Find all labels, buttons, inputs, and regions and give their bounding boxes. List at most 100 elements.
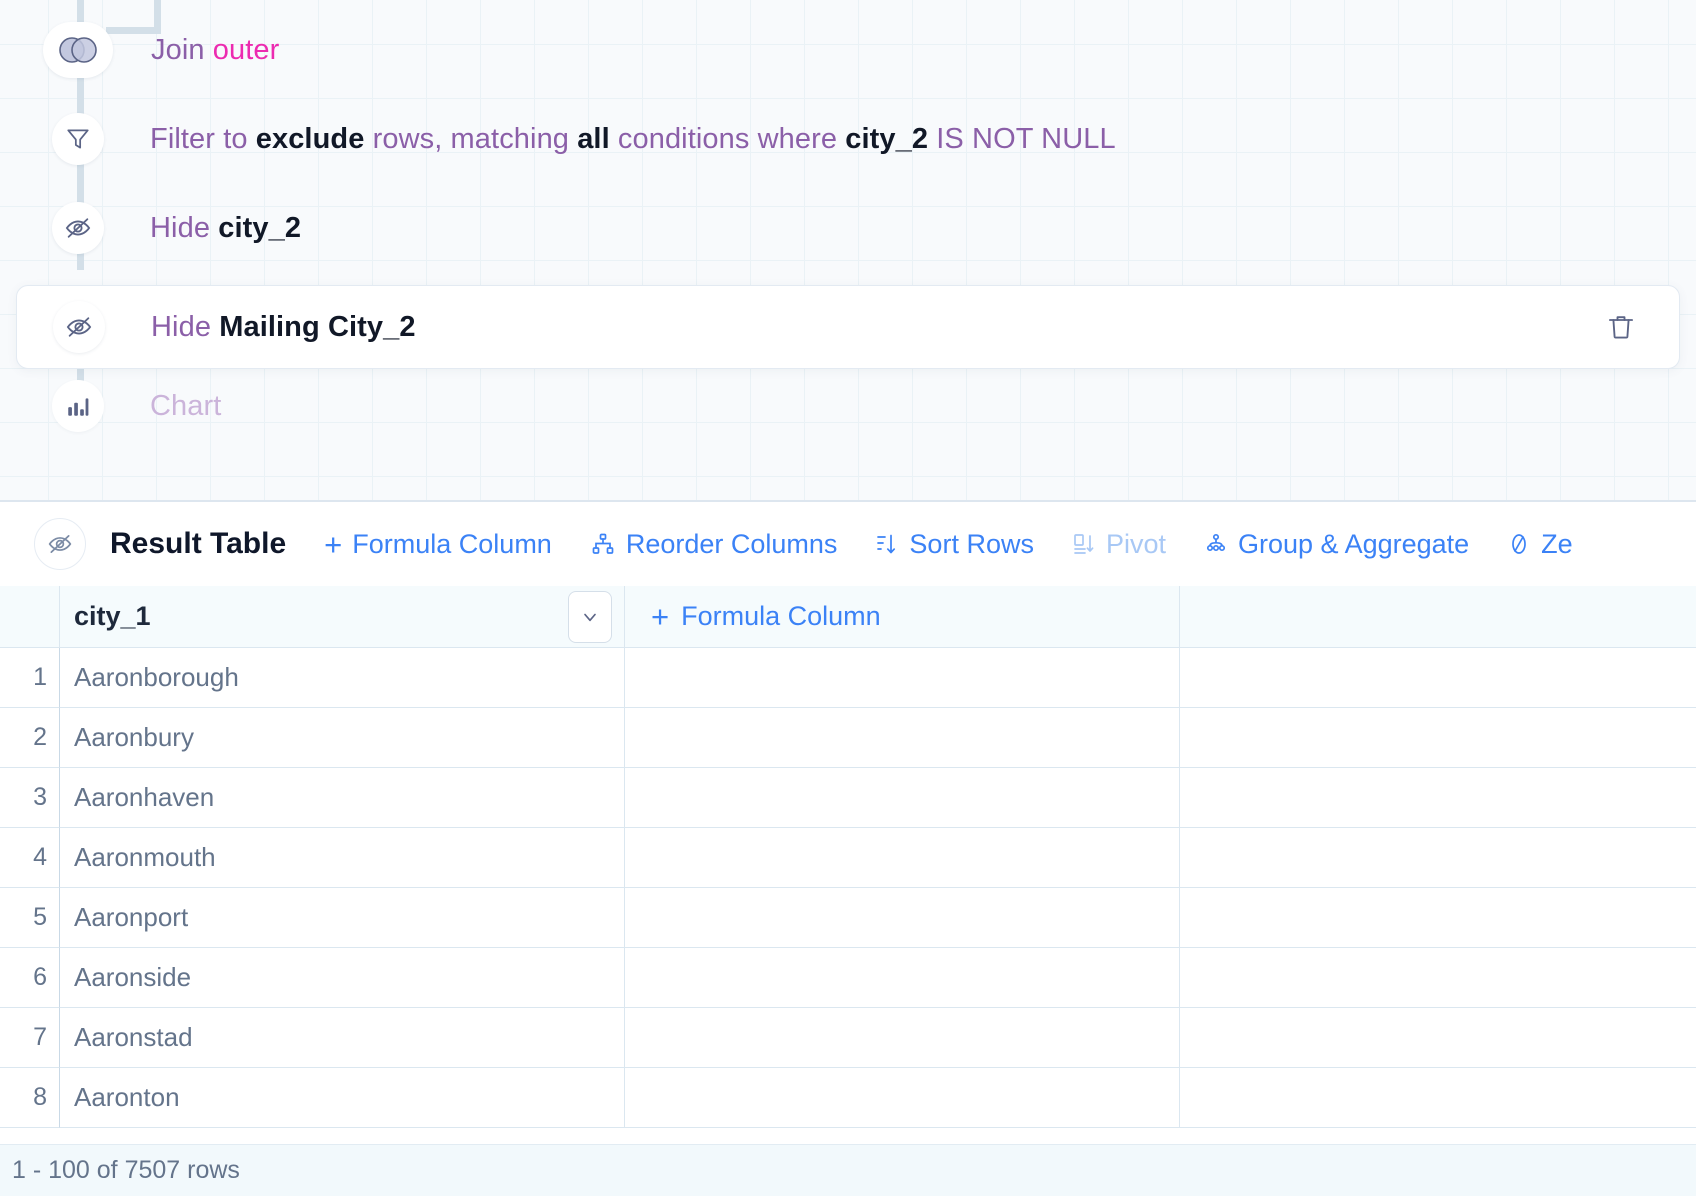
cell-city-1[interactable]: Aaronport <box>60 888 625 948</box>
workflow-app: Join outer Filter to exclude rows, match… <box>0 0 1696 1196</box>
sort-rows-label: Sort Rows <box>909 528 1034 559</box>
table-row[interactable]: 3 Aaronhaven <box>0 768 1696 828</box>
eye-off-icon <box>53 301 105 353</box>
bar-chart-icon <box>52 380 104 432</box>
cell-empty-column[interactable] <box>1180 768 1696 828</box>
hide-city-2-value: city_2 <box>218 211 302 244</box>
pipeline-step-hide-city-2[interactable]: Hide city_2 <box>0 196 301 260</box>
filter-text-3: conditions where <box>609 122 846 155</box>
filter-bold-2: all <box>577 122 610 155</box>
cell-city-1[interactable]: Aaronborough <box>60 648 625 708</box>
pipeline-step-filter[interactable]: Filter to exclude rows, matching all con… <box>0 107 1116 171</box>
pipeline-step-join-label: Join outer <box>151 34 279 67</box>
pipeline-step-hide-mailing-city-2-label: Hide Mailing City_2 <box>151 311 416 344</box>
join-value: outer <box>212 33 280 66</box>
plus-icon: + <box>324 526 343 562</box>
filter-bold-3: city_2 <box>845 122 929 155</box>
pivot-button[interactable]: Pivot <box>1072 529 1166 560</box>
row-number: 5 <box>0 888 60 948</box>
column-header-city-1[interactable]: city_1 <box>60 586 625 648</box>
table-row[interactable]: 2 Aaronbury <box>0 708 1696 768</box>
cell-city-1[interactable]: Aaronhaven <box>60 768 625 828</box>
pivot-label: Pivot <box>1105 528 1166 559</box>
pipeline-step-join[interactable]: Join outer <box>0 18 279 82</box>
pipeline-panel: Join outer Filter to exclude rows, match… <box>0 0 1696 500</box>
row-number: 1 <box>0 648 60 708</box>
row-number: 3 <box>0 768 60 828</box>
cell-formula-column[interactable] <box>625 1068 1180 1128</box>
cell-formula-column[interactable] <box>625 648 1180 708</box>
cell-city-1[interactable]: Aaronstad <box>60 1008 625 1068</box>
pipeline-step-hide-mailing-city-2[interactable]: Hide Mailing City_2 <box>16 285 1680 369</box>
sort-icon <box>875 532 899 556</box>
pipeline-step-filter-label: Filter to exclude rows, matching all con… <box>150 123 1116 156</box>
reorder-columns-label: Reorder Columns <box>625 528 838 559</box>
chevron-down-icon[interactable] <box>568 590 612 643</box>
eye-off-icon[interactable] <box>34 518 86 570</box>
pipeline-step-hide-city-2-label: Hide city_2 <box>150 212 301 245</box>
result-table-panel: Result Table + Formula Column Reorder Co… <box>0 500 1696 1196</box>
filter-bold-1: exclude <box>255 122 365 155</box>
reorder-icon <box>590 532 616 556</box>
reorder-columns-button[interactable]: Reorder Columns <box>590 528 838 560</box>
filter-text-4: IS NOT NULL <box>928 122 1116 155</box>
cell-empty-column[interactable] <box>1180 828 1696 888</box>
row-count-status: 1 - 100 of 7507 rows <box>12 1156 240 1184</box>
filter-text-2: rows, matching <box>364 122 578 155</box>
status-bar: 1 - 100 of 7507 rows <box>0 1144 1696 1196</box>
table-row[interactable]: 6 Aaronside <box>0 948 1696 1008</box>
zero-icon <box>1507 532 1531 556</box>
row-number: 6 <box>0 948 60 1008</box>
row-number: 8 <box>0 1068 60 1128</box>
cell-formula-column[interactable] <box>625 708 1180 768</box>
cell-formula-column[interactable] <box>625 888 1180 948</box>
row-number: 4 <box>0 828 60 888</box>
sort-rows-button[interactable]: Sort Rows <box>875 529 1034 560</box>
join-prefix: Join <box>151 33 205 66</box>
pipeline-step-chart[interactable]: Chart <box>0 374 221 438</box>
zero-fill-button[interactable]: Ze <box>1507 529 1573 560</box>
cell-empty-column[interactable] <box>1180 1008 1696 1068</box>
row-number: 7 <box>0 1008 60 1068</box>
zero-fill-label: Ze <box>1541 528 1573 559</box>
cell-formula-column[interactable] <box>625 768 1180 828</box>
cell-formula-column[interactable] <box>625 828 1180 888</box>
page-title: Result Table <box>110 527 287 560</box>
cell-city-1[interactable]: Aaronton <box>60 1068 625 1128</box>
table-body: 1 Aaronborough 2 Aaronbury 3 Aaronhaven 4 Aaron… <box>0 648 1696 1128</box>
add-formula-column-cell[interactable]: + Formula Column <box>625 586 1180 648</box>
eye-off-icon <box>52 202 104 254</box>
cell-city-1[interactable]: Aaronmouth <box>60 828 625 888</box>
table-row[interactable]: 5 Aaronport <box>0 888 1696 948</box>
funnel-filter-icon <box>52 113 104 165</box>
trash-icon[interactable] <box>1601 307 1641 347</box>
group-aggregate-button[interactable]: Group & Aggregate <box>1204 529 1469 560</box>
group-aggregate-label: Group & Aggregate <box>1238 528 1470 559</box>
table-row[interactable]: 7 Aaronstad <box>0 1008 1696 1068</box>
cell-formula-column[interactable] <box>625 948 1180 1008</box>
filter-text-1: Filter to <box>150 122 256 155</box>
pipeline-step-chart-label: Chart <box>150 389 222 422</box>
cell-empty-column[interactable] <box>1180 888 1696 948</box>
group-icon <box>1204 532 1228 556</box>
empty-column-header <box>1180 586 1696 648</box>
table-row[interactable]: 1 Aaronborough <box>0 648 1696 708</box>
cell-empty-column[interactable] <box>1180 648 1696 708</box>
hide-city-2-prefix: Hide <box>150 211 211 244</box>
table-row[interactable]: 8 Aaronton <box>0 1068 1696 1128</box>
table-row[interactable]: 4 Aaronmouth <box>0 828 1696 888</box>
column-header-city-1-label: city_1 <box>74 601 151 631</box>
cell-city-1[interactable]: Aaronside <box>60 948 625 1008</box>
cell-empty-column[interactable] <box>1180 1068 1696 1128</box>
cell-formula-column[interactable] <box>625 1008 1180 1068</box>
hide-mailing-prefix: Hide <box>151 310 212 343</box>
add-formula-column-cell-label: Formula Column <box>681 601 881 631</box>
cell-city-1[interactable]: Aaronbury <box>60 708 625 768</box>
cell-empty-column[interactable] <box>1180 948 1696 1008</box>
add-formula-column-label: Formula Column <box>352 528 552 559</box>
table-header-row: city_1 + Formula Column <box>0 586 1696 648</box>
cell-empty-column[interactable] <box>1180 708 1696 768</box>
add-formula-column-button[interactable]: + Formula Column <box>324 529 552 560</box>
venn-join-icon <box>43 22 113 78</box>
row-number-header <box>0 586 60 648</box>
